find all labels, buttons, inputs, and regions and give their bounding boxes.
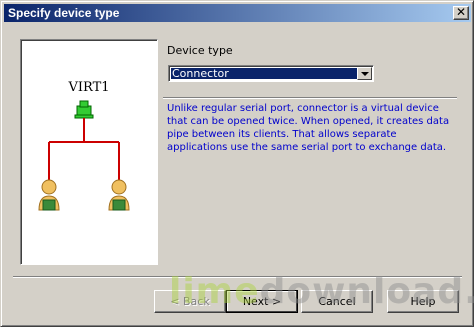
device-type-select[interactable]: Connector [168,65,374,82]
title-bar[interactable]: Specify device type ✕ [4,4,471,22]
next-button[interactable]: Next > [226,290,298,313]
help-button-label: Help [410,295,436,308]
back-button[interactable]: < Back [154,290,226,313]
cancel-button[interactable]: Cancel [301,290,373,313]
device-type-selected-value: Connector [171,68,357,79]
description-box: Unlike regular serial port, connector is… [163,97,457,157]
help-button[interactable]: Help [387,290,459,313]
window-title: Specify device type [8,6,120,20]
close-button[interactable]: ✕ [453,5,469,20]
device-diagram-panel: VIRT1 [20,39,158,265]
client-user-icon [38,179,60,211]
device-type-label: Device type [167,44,233,57]
pipe-lines [48,118,120,180]
connector-icon [74,100,94,119]
chevron-down-icon[interactable] [357,67,372,80]
close-icon: ✕ [455,5,467,19]
back-button-label: < Back [170,295,210,308]
device-description: Unlike regular serial port, connector is… [167,103,450,153]
cancel-button-label: Cancel [318,295,356,308]
next-button-label: Next > [242,295,282,308]
dialog-window: Specify device type ✕ VIRT1 Device type … [0,0,474,327]
connector-diagram [38,100,130,211]
client-user-icon [108,179,130,211]
button-separator [13,276,462,278]
